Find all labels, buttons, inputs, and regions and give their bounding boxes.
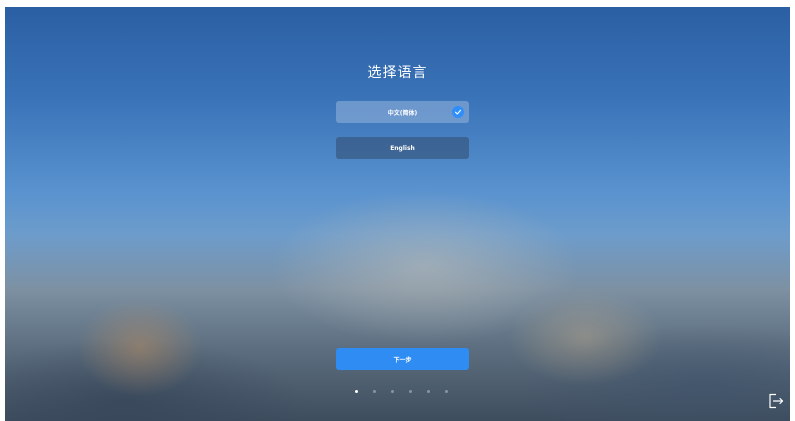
language-option-english[interactable]: English (336, 137, 469, 159)
page-title: 选择语言 (367, 65, 428, 81)
language-option-label: English (390, 144, 415, 152)
language-option-label: 中文(简体) (387, 109, 418, 117)
next-button[interactable]: 下一步 (336, 348, 469, 370)
step-dot-2 (373, 390, 376, 393)
step-dot-1 (355, 390, 358, 393)
exit-icon[interactable] (767, 392, 785, 410)
step-dot-5 (427, 390, 430, 393)
setup-screen: 选择语言 中文(简体) English 下一步 (5, 7, 790, 421)
step-indicator (355, 390, 463, 393)
step-dot-4 (409, 390, 412, 393)
language-option-chinese[interactable]: 中文(简体) (336, 101, 469, 123)
step-dot-3 (391, 390, 394, 393)
check-icon (452, 106, 464, 118)
step-dot-6 (445, 390, 448, 393)
